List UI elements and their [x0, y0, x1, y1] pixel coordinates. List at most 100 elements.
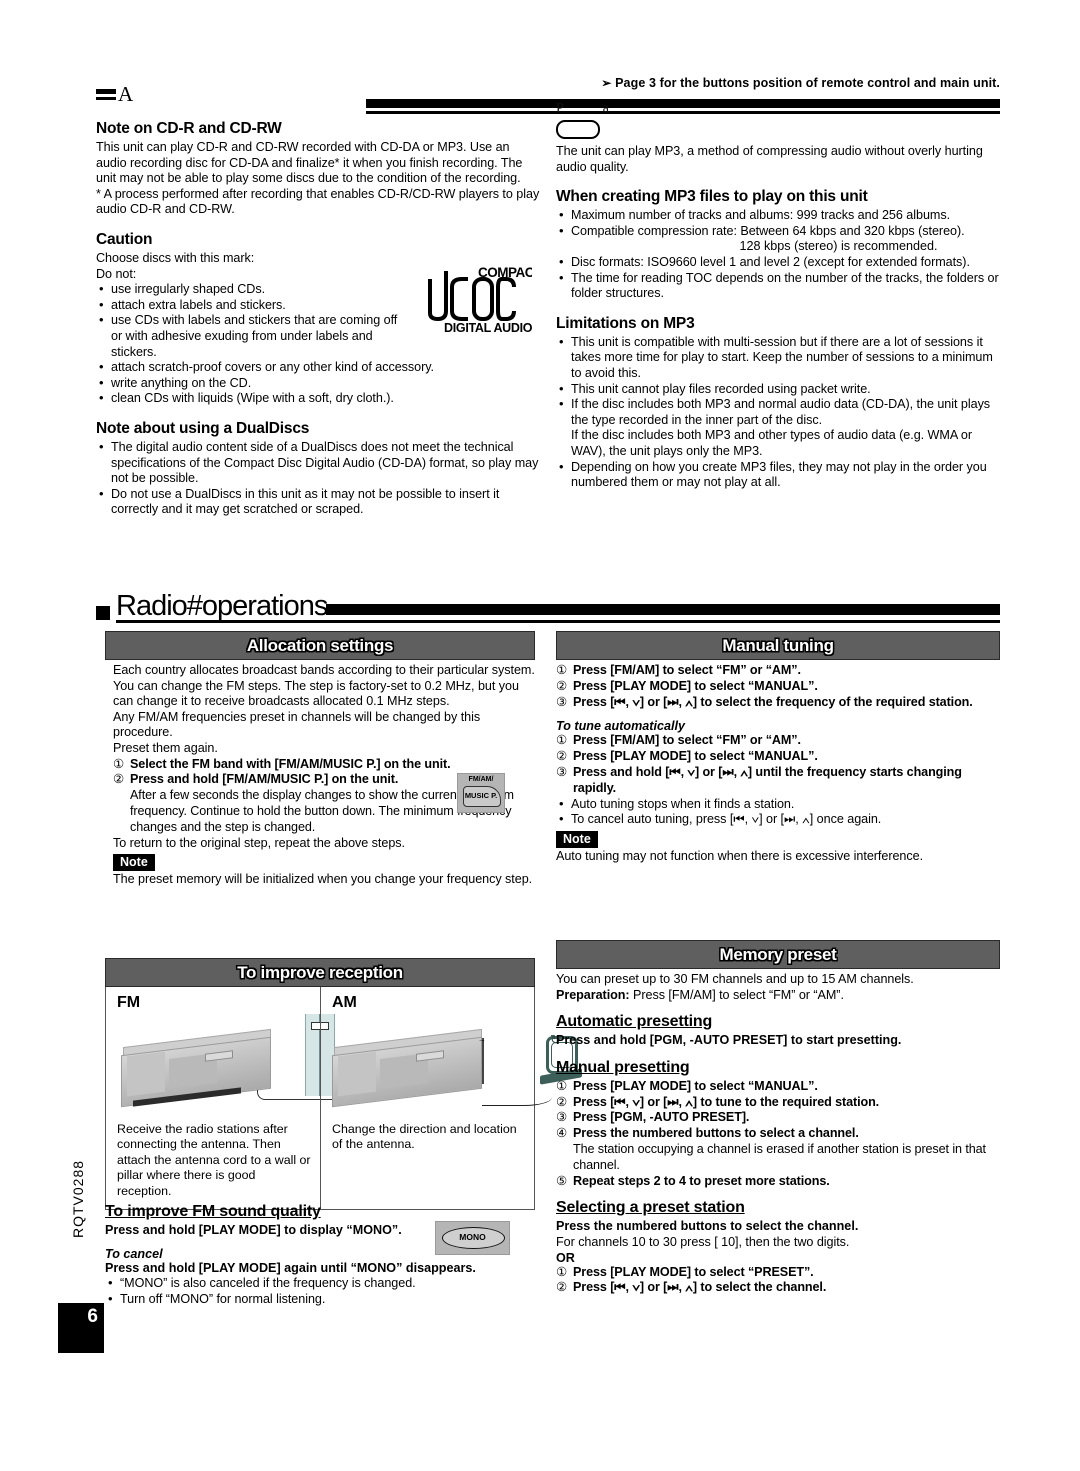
- list-item: use CDs with labels and stickers that ar…: [96, 312, 401, 360]
- step-item: ① Press [PLAY MODE] to select “PRESET”.: [556, 1265, 1000, 1281]
- step-number: ②: [556, 1094, 568, 1109]
- step-number: ③: [556, 694, 568, 709]
- fm-am-music-button-art: FM/AM/ MUSIC P.: [457, 773, 505, 813]
- heading-square-icon: [96, 606, 110, 620]
- list-item: “MONO” is also canceled if the frequency…: [105, 1275, 535, 1292]
- step-number: ③: [556, 1110, 568, 1125]
- allocation-note-text: The preset memory will be initialized wh…: [113, 872, 533, 887]
- fm-cancel-line: Press and hold [PLAY MODE] again until “…: [105, 1260, 476, 1275]
- am-antenna-mast: [482, 1038, 484, 1084]
- list-item: This unit is compatible with multi-sessi…: [556, 334, 1001, 382]
- section-marker-a: A: [96, 84, 133, 105]
- reception-table: FM ⇡ Receive the rad: [105, 987, 582, 1211]
- unit-speaker: [338, 1051, 376, 1097]
- fm-sound-bullets: “MONO” is also canceled if the frequency…: [105, 1275, 535, 1308]
- memory-preset-panel: Memory preset You can preset up to 30 FM…: [556, 940, 1000, 1296]
- list-item: This unit cannot play files recorded usi…: [556, 381, 1001, 398]
- mp3-creating-list-2: Disc formats: ISO9660 level 1 and level …: [556, 254, 1001, 302]
- fm-am-button-bottom-label: MUSIC P.: [464, 791, 498, 800]
- mp3-limits-title: Limitations on MP3: [556, 314, 695, 332]
- manual-tuning-bar-label: Manual tuning: [722, 635, 834, 655]
- automatic-presetting-line: Press and hold [PGM, -AUTO PRESET] to st…: [556, 1033, 902, 1048]
- allocation-note-label: Note: [113, 854, 155, 872]
- list-item: Compatible compression rate: Between 64 …: [556, 223, 1001, 240]
- step-item: ① Select the FM band with [FM/AM/MUSIC P…: [113, 757, 535, 773]
- step-text: Repeat steps 2 to 4 to preset more stati…: [573, 1173, 830, 1188]
- allocation-paragraph-4: Preset them again.: [113, 740, 218, 755]
- heading-rule-thick: [326, 604, 1000, 615]
- right-column-top: The unit can play MP3, a method of compr…: [556, 120, 1001, 491]
- page-reference-note: ➢ Page 3 for the buttons position of rem…: [560, 76, 1000, 90]
- unit-speaker: [127, 1051, 165, 1097]
- step-text: Press [⏮, ∨] or [⏭, ∧] to tune to the re…: [573, 1094, 880, 1109]
- step-item: ① Press [PLAY MODE] to select “MANUAL”.: [556, 1079, 1000, 1095]
- list-item: To cancel auto tuning, press [⏮, ∨] or […: [556, 811, 1000, 828]
- selecting-preset-station-title: Selecting a preset station: [556, 1199, 745, 1217]
- selecting-preset-steps: ① Press [PLAY MODE] to select “PRESET”. …: [556, 1265, 1000, 1297]
- compact-disc-digital-audio-logo: COMPACT DIGITAL AUDIO: [422, 265, 543, 335]
- step-number: ③: [556, 764, 568, 779]
- step-number: ①: [556, 1264, 568, 1279]
- mono-button-label: MONO: [459, 1232, 486, 1242]
- arrow-right-icon: ➢: [601, 76, 612, 90]
- fm-sound-quality-title: To improve FM sound quality: [105, 1203, 321, 1220]
- fm-reception-illustration: ⇡: [117, 1014, 383, 1118]
- list-item: Disc formats: ISO9660 level 1 and level …: [556, 254, 1001, 271]
- am-antenna-mast-tip-icon: →: [478, 1035, 486, 1044]
- list-item: Do not use a DualDiscs in this unit as i…: [96, 486, 541, 518]
- auto-tune-steps: ① Press [FM/AM] to select “FM” or “AM”. …: [556, 733, 1000, 796]
- fm-reception-text: Receive the radio stations after connect…: [117, 1122, 311, 1198]
- manual-page: ➢ Page 3 for the buttons position of rem…: [0, 0, 1080, 1471]
- step-item: ③ Press and hold [⏮, ∨] or [⏭, ∧] until …: [556, 765, 1000, 797]
- reception-cell-am: AM → ↻ Change the direction and location…: [320, 987, 582, 1210]
- step-text: Press [FM/AM] to select “FM” or “AM”.: [573, 663, 801, 677]
- heading-title-text: Radio#operations: [116, 590, 328, 622]
- step-text: Press [PLAY MODE] to select “PRESET”.: [573, 1264, 814, 1279]
- list-item: The time for reading TOC depends on the …: [556, 270, 1001, 302]
- am-reception-text: Change the direction and location of the…: [332, 1122, 517, 1152]
- manual-presetting-title: Manual presetting: [556, 1058, 690, 1076]
- heading-rule-thin: [116, 620, 1000, 623]
- list-item: If the disc includes both MP3 and normal…: [556, 396, 1001, 459]
- marker-letter: A: [118, 82, 134, 106]
- step-item: ① Press [FM/AM] to select “FM” or “AM”.: [556, 663, 1000, 679]
- selecting-preset-line-1: Press the numbered buttons to select the…: [556, 1219, 859, 1234]
- caution-title: Caution: [96, 230, 153, 248]
- step-item: ⑤ Repeat steps 2 to 4 to preset more sta…: [556, 1174, 1000, 1190]
- header-rule: P a: [366, 99, 1000, 116]
- header-rule-thin: [366, 111, 1000, 114]
- step-text: Press [⏮, ∨] or [⏭, ∧] to select the fre…: [573, 694, 973, 709]
- preparation-label: Preparation:: [556, 987, 630, 1002]
- step-item: ② Press [PLAY MODE] to select “MANUAL”.: [556, 749, 1000, 765]
- page-reference-text: Page 3 for the buttons position of remot…: [615, 76, 1000, 90]
- step-number: ④: [556, 1126, 568, 1141]
- improve-reception-panel: To improve reception FM Receive the radi…: [105, 958, 582, 1211]
- step-item: ③ Press [PGM, -AUTO PRESET].: [556, 1110, 1000, 1126]
- header-rule-thick: [366, 99, 1000, 108]
- cd-section-footnote: * A process performed after recording th…: [96, 186, 540, 217]
- list-item: Turn off “MONO” for normal listening.: [105, 1291, 535, 1308]
- step-text: Press [PLAY MODE] to select “MANUAL”.: [573, 678, 818, 693]
- cd-logo-digital-audio-text: DIGITAL AUDIO: [444, 321, 532, 333]
- memory-preset-bar-label: Memory preset: [719, 944, 837, 964]
- manual-tuning-panel: Manual tuning ① Press [FM/AM] to select …: [556, 631, 1000, 864]
- page-number-badge: 6: [58, 1303, 104, 1353]
- cd-section-title: Note on CD-R and CD-RW: [96, 120, 282, 137]
- memory-preset-body: You can preset up to 30 FM channels and …: [556, 969, 1000, 1296]
- manual-tuning-note-label: Note: [556, 830, 598, 848]
- dualdisc-list: The digital audio content side of a Dual…: [96, 439, 541, 518]
- mp3-intro: The unit can play MP3, a method of compr…: [556, 144, 983, 174]
- list-item: Depending on how you create MP3 files, t…: [556, 458, 1001, 491]
- allocation-paragraph-3: Any FM/AM frequencies preset in channels…: [113, 709, 481, 740]
- manual-tuning-steps: ① Press [FM/AM] to select “FM” or “AM”. …: [556, 663, 1000, 710]
- manual-tuning-body: ① Press [FM/AM] to select “FM” or “AM”. …: [556, 660, 1000, 864]
- step-item: ① Press [FM/AM] to select “FM” or “AM”.: [556, 733, 1000, 749]
- list-item: attach scratch-proof covers or any other…: [96, 359, 541, 376]
- allocation-settings-bar-label: Allocation settings: [246, 635, 394, 655]
- allocation-settings-panel: Allocation settings Each country allocat…: [105, 631, 535, 888]
- selecting-preset-line-2: For channels 10 to 30 press [ 10], then …: [556, 1234, 850, 1249]
- automatic-presetting-title: Automatic presetting: [556, 1013, 713, 1031]
- step-text: Press and hold [FM/AM/MUSIC P.] on the u…: [130, 772, 399, 787]
- list-item: Auto tuning stops when it finds a statio…: [556, 796, 1000, 813]
- manual-tuning-note-text: Auto tuning may not function when there …: [556, 848, 924, 863]
